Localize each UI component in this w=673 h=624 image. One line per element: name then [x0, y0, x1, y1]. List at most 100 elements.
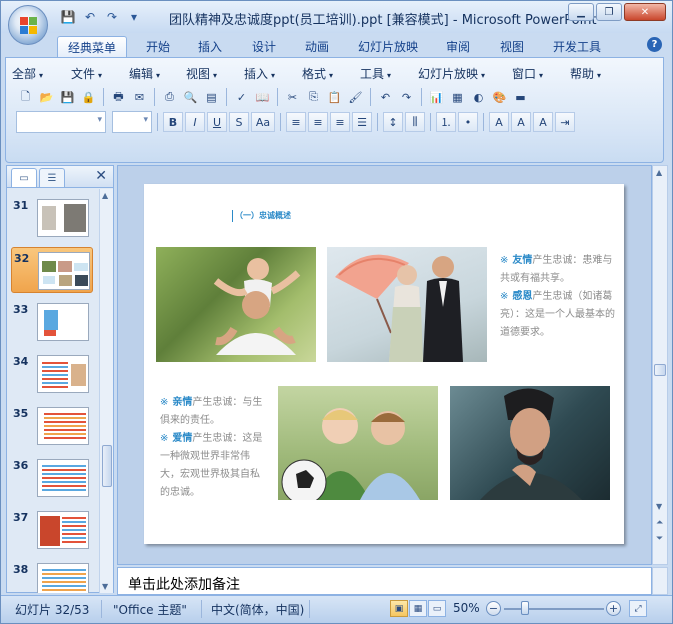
menu-view[interactable]: 视图 ▾ [186, 65, 244, 82]
bold-button[interactable]: B [163, 112, 183, 132]
thumbnail-row[interactable]: 34 [11, 351, 93, 397]
outline-tab-icon[interactable]: ☰ [39, 168, 65, 187]
new-icon[interactable]: 🗋 [16, 88, 35, 107]
chart-icon[interactable]: 📊 [427, 88, 446, 107]
menu-edit[interactable]: 编辑 ▾ [129, 65, 186, 82]
menu-format[interactable]: 格式 ▾ [302, 65, 360, 82]
scroll-thumb[interactable] [102, 445, 112, 487]
slide-sorter-icon[interactable]: ▦ [409, 600, 427, 617]
underline-button[interactable]: U [207, 112, 227, 132]
tab-classic-menu[interactable]: 经典菜单 [57, 36, 127, 57]
paste-icon[interactable]: 📋 [325, 88, 344, 107]
open-icon[interactable]: 📂 [37, 88, 56, 107]
slideshow-view-icon[interactable]: ▭ [428, 600, 446, 617]
slide-vertical-scrollbar[interactable]: ▲ ▼ ⏶ ⏷ [652, 165, 668, 565]
tab-review[interactable]: 审阅 [437, 36, 479, 57]
tab-animation[interactable]: 动画 [296, 36, 338, 57]
shrink-font-icon[interactable]: A [533, 112, 553, 132]
menu-insert[interactable]: 插入 ▾ [244, 65, 302, 82]
redo-icon[interactable]: ↷ [397, 88, 416, 107]
line-spacing-icon[interactable]: ↕ [383, 112, 403, 132]
menu-all[interactable]: 全部 ▾ [12, 65, 71, 82]
grow-font-icon[interactable]: A [511, 112, 531, 132]
tab-developer[interactable]: 开发工具 [545, 36, 609, 57]
color-icon[interactable]: 🎨 [490, 88, 509, 107]
slide-canvas[interactable]: （一）忠诚概述 ※ 友情产生忠诚：患难与共或有福共享。 ※ 感恩产生忠诚（如诸葛… [144, 184, 624, 544]
slide-thumbnail[interactable] [37, 407, 89, 445]
tab-insert[interactable]: 插入 [189, 36, 231, 57]
notes-scrollbar[interactable] [652, 567, 668, 595]
slide-thumbnail[interactable] [37, 355, 89, 393]
permission-icon[interactable]: 🔒 [79, 88, 98, 107]
font-name-combo[interactable] [16, 111, 106, 133]
slide-thumbnail[interactable] [37, 199, 89, 237]
menu-slideshow[interactable]: 幻灯片放映 ▾ [418, 65, 512, 82]
tab-design[interactable]: 设计 [243, 36, 285, 57]
save-icon[interactable]: 💾 [58, 88, 77, 107]
redo-icon[interactable]: ↷ [103, 8, 121, 26]
bullets-icon[interactable]: • [458, 112, 478, 132]
slide-thumbnail[interactable] [37, 459, 89, 497]
research-icon[interactable]: 📖 [253, 88, 272, 107]
increase-font-icon[interactable]: A [489, 112, 509, 132]
tab-home[interactable]: 开始 [137, 36, 179, 57]
format-painter-icon[interactable]: 🖌 [346, 88, 365, 107]
menu-window[interactable]: 窗口 ▾ [512, 65, 570, 82]
notes-pane[interactable]: 单击此处添加备注 [117, 567, 652, 595]
grayscale-icon[interactable]: ◐ [469, 88, 488, 107]
slide-thumbnail[interactable] [37, 511, 89, 549]
spelling-icon[interactable]: ✓ [232, 88, 251, 107]
thumbnail-row-selected[interactable]: 32 [11, 247, 93, 293]
thumbnail-row[interactable]: 33 [11, 299, 93, 345]
undo-icon[interactable]: ↶ [376, 88, 395, 107]
align-left-icon[interactable]: ≡ [286, 112, 306, 132]
theme-name[interactable]: "Office 主题" [113, 601, 187, 618]
thumbnail-row[interactable]: 35 [11, 403, 93, 449]
zoom-slider[interactable] [504, 608, 604, 610]
zoom-in-icon[interactable]: + [606, 601, 621, 616]
save-icon[interactable]: 💾 [59, 8, 77, 26]
preview-icon[interactable]: 🔍 [181, 88, 200, 107]
scroll-down-icon[interactable]: ▼ [102, 582, 108, 591]
align-right-icon[interactable]: ≡ [330, 112, 350, 132]
tab-slideshow[interactable]: 幻灯片放映 [353, 36, 423, 57]
fit-to-window-icon[interactable]: ⤢ [629, 600, 647, 617]
tab-view[interactable]: 视图 [491, 36, 533, 57]
thumbnail-row[interactable]: 36 [11, 455, 93, 501]
indent-icon[interactable]: ⇥ [555, 112, 575, 132]
slide-thumbnail[interactable] [37, 563, 89, 593]
panel-scrollbar[interactable]: ▲ ▼ [99, 189, 113, 593]
align-center-icon[interactable]: ≡ [308, 112, 328, 132]
menu-help[interactable]: 帮助 ▾ [570, 65, 620, 82]
slides-tab-icon[interactable]: ▭ [11, 168, 37, 187]
zoom-level[interactable]: 50% [453, 601, 480, 615]
cut-icon[interactable]: ✂ [283, 88, 302, 107]
thumbnail-row[interactable]: 31 [11, 195, 93, 241]
restore-button[interactable]: ❐ [596, 3, 622, 21]
scroll-up-icon[interactable]: ▲ [102, 191, 108, 200]
scroll-thumb[interactable] [654, 364, 666, 376]
justify-icon[interactable]: ☰ [352, 112, 372, 132]
numbering-icon[interactable]: ⒈ [436, 112, 456, 132]
help-icon[interactable]: ? [647, 37, 662, 52]
minimize-button[interactable]: ▁ [568, 3, 594, 21]
slide-thumbnail[interactable] [37, 303, 89, 341]
normal-view-icon[interactable]: ▣ [390, 600, 408, 617]
display-icon[interactable]: ▬ [511, 88, 530, 107]
change-case-button[interactable]: Aa [251, 112, 275, 132]
close-icon[interactable]: ✕ [95, 168, 107, 184]
layout-icon[interactable]: ▤ [202, 88, 221, 107]
language[interactable]: 中文(简体，中国) [211, 601, 304, 618]
print-preview-icon[interactable]: 🖶 [109, 88, 128, 107]
menu-file[interactable]: 文件 ▾ [71, 65, 129, 82]
slide-thumbnail[interactable] [38, 252, 90, 290]
office-button[interactable] [8, 5, 48, 45]
copy-icon[interactable]: ⎘ [304, 88, 323, 107]
scroll-down-icon[interactable]: ▼ [656, 502, 662, 511]
menu-tools[interactable]: 工具 ▾ [360, 65, 418, 82]
scroll-up-icon[interactable]: ▲ [656, 168, 662, 177]
next-slide-icon[interactable]: ⏷ [656, 534, 663, 544]
previous-slide-icon[interactable]: ⏶ [656, 518, 663, 528]
undo-icon[interactable]: ↶ [81, 8, 99, 26]
email-icon[interactable]: ✉ [130, 88, 149, 107]
